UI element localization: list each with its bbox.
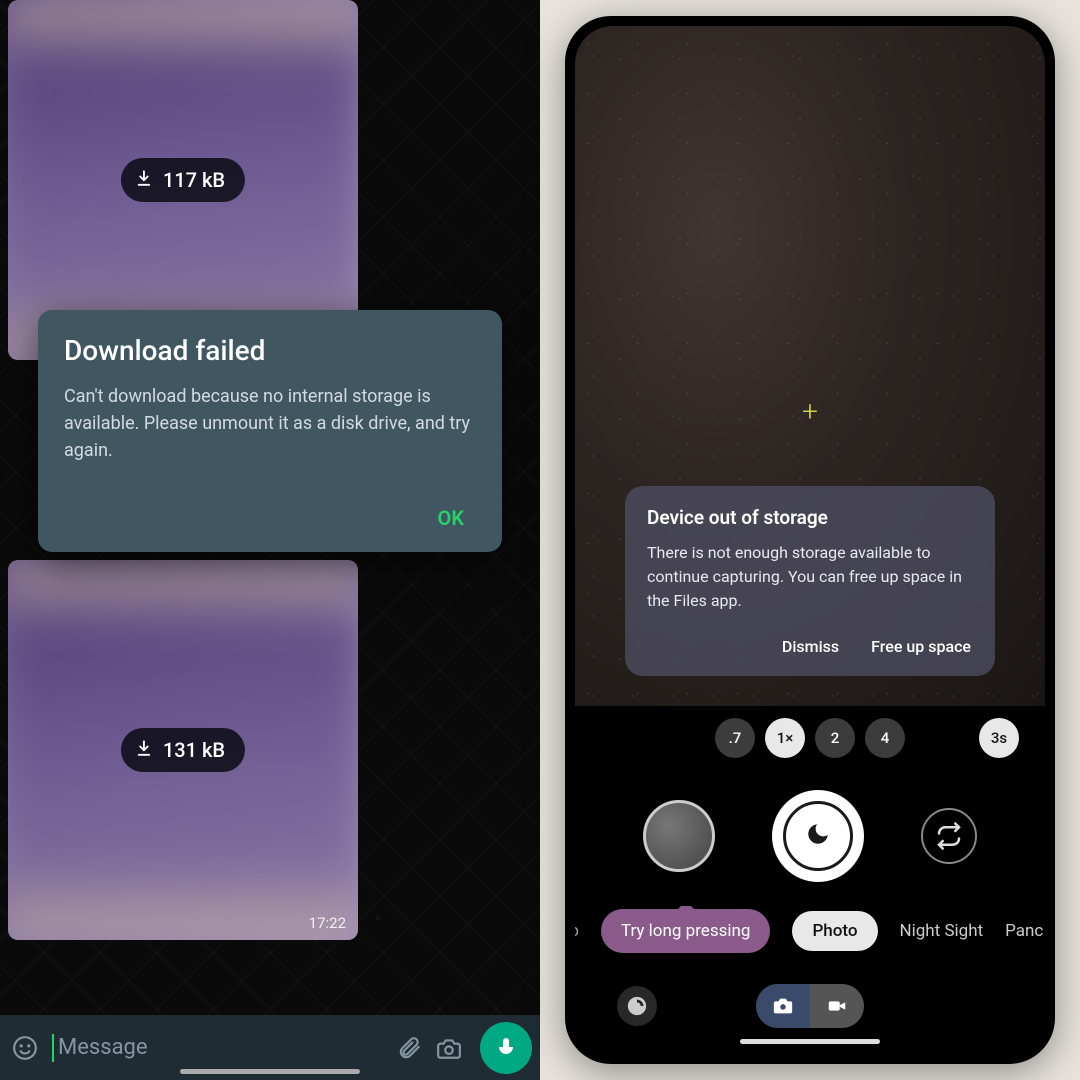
phone-frame: + Device out of storage There is not eno… xyxy=(565,16,1055,1064)
zoom-option-active[interactable]: 1× xyxy=(765,718,805,758)
mode-clipped[interactable]: xp xyxy=(575,921,579,941)
zoom-selector: .7 1× 2 4 3s xyxy=(575,708,1045,768)
mode-night-sight[interactable]: Night Sight xyxy=(900,921,984,941)
message-input[interactable]: Message xyxy=(52,1034,382,1062)
phone-screen: + Device out of storage There is not eno… xyxy=(575,26,1045,1054)
mode-photo[interactable]: Photo xyxy=(792,911,877,951)
timer-badge[interactable]: 3s xyxy=(979,718,1019,758)
moon-icon xyxy=(805,821,831,851)
download-failed-dialog: Download failed Can't download because n… xyxy=(38,310,502,552)
voice-message-button[interactable] xyxy=(480,1022,532,1074)
photo-toggle-icon[interactable] xyxy=(756,984,810,1028)
download-pill[interactable]: 117 kB xyxy=(121,158,245,202)
free-up-space-button[interactable]: Free up space xyxy=(869,631,973,662)
camera-modes-row[interactable]: xp Try long pressing Photo Night Sight P… xyxy=(575,906,1045,956)
message-timestamp: 17:22 xyxy=(309,914,346,932)
dismiss-button[interactable]: Dismiss xyxy=(780,631,841,662)
file-size: 117 kB xyxy=(163,168,225,192)
camera-controls-row xyxy=(575,776,1045,896)
attach-icon[interactable] xyxy=(396,1035,422,1061)
dialog-title: Device out of storage xyxy=(647,506,973,529)
focus-crosshair-icon: + xyxy=(802,395,818,428)
emoji-icon[interactable] xyxy=(12,1035,38,1061)
gallery-thumbnail[interactable] xyxy=(643,800,715,872)
dialog-title: Download failed xyxy=(64,334,476,367)
camera-screenshot: + Device out of storage There is not eno… xyxy=(540,0,1080,1080)
navigation-bar-icon xyxy=(180,1069,360,1074)
download-icon xyxy=(135,168,153,192)
zoom-option[interactable]: 2 xyxy=(815,718,855,758)
mode-panorama[interactable]: Panc xyxy=(1005,921,1043,941)
dialog-body: Can't download because no internal stora… xyxy=(64,383,476,464)
video-toggle-icon[interactable] xyxy=(810,984,864,1028)
image-message-bubble[interactable]: 117 kB xyxy=(8,0,358,360)
download-pill[interactable]: 131 kB xyxy=(121,728,245,772)
zoom-option[interactable]: .7 xyxy=(715,718,755,758)
download-icon xyxy=(135,738,153,762)
long-press-hint: Try long pressing xyxy=(601,909,770,953)
camera-icon[interactable] xyxy=(436,1035,462,1061)
bottom-controls-row xyxy=(575,976,1045,1036)
switch-camera-button[interactable] xyxy=(921,808,977,864)
photo-video-toggle[interactable] xyxy=(756,984,864,1028)
zoom-option[interactable]: 4 xyxy=(865,718,905,758)
file-size: 131 kB xyxy=(163,738,225,762)
whatsapp-screenshot: 117 kB 131 kB 17:22 Download failed Can'… xyxy=(0,0,540,1080)
image-message-bubble[interactable]: 131 kB 17:22 xyxy=(8,560,358,940)
dialog-body: There is not enough storage available to… xyxy=(647,541,973,613)
shutter-button[interactable] xyxy=(772,790,864,882)
ok-button[interactable]: OK xyxy=(426,498,476,538)
settings-button[interactable] xyxy=(617,986,657,1026)
navigation-bar-icon[interactable] xyxy=(740,1039,880,1044)
storage-warning-dialog: Device out of storage There is not enoug… xyxy=(625,486,995,676)
